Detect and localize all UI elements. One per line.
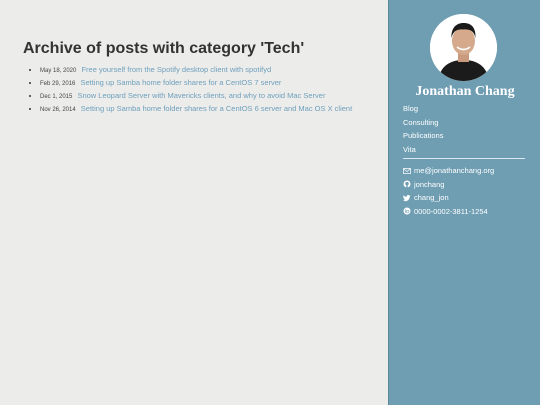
post-date: Feb 29, 2016 [40,81,76,87]
envelope-icon [403,167,411,174]
page-title: Archive of posts with category 'Tech' [23,40,305,57]
post-date: Dec 1, 2015 [40,94,73,100]
contact-twitter-label: chang_jon [414,193,449,202]
contact-email[interactable]: me@jonathanchang.org [403,164,494,178]
post-link[interactable]: Snow Leopard Server with Mavericks clien… [77,91,325,100]
contact-github-label: jonchang [414,179,445,189]
contact-email-label: me@jonathanchang.org [414,166,495,175]
contact-orcid-label: 0000-0002-3811-1254 [414,206,488,216]
contact-twitter[interactable]: chang_jon [403,191,494,205]
twitter-icon [403,194,411,201]
avatar-photo [430,14,497,81]
author-name[interactable]: Jonathan Chang [389,84,540,100]
post-list: May 18, 2020 Free yourself from the Spot… [30,64,352,116]
nav-publications[interactable]: Publications [403,129,443,143]
contact-list: me@jonathanchang.org jonchang chang_jon [403,164,494,218]
sidebar-nav: Blog Consulting Publications Vita [403,102,443,156]
post-link[interactable]: Free yourself from the Spotify desktop c… [81,65,271,74]
list-item: May 18, 2020 Free yourself from the Spot… [40,64,352,77]
list-item: Feb 29, 2016 Setting up Samba home folde… [40,77,352,90]
post-date: Nov 26, 2014 [40,107,76,113]
orcid-icon [403,207,411,215]
main-content: Archive of posts with category 'Tech' Ma… [0,0,388,405]
post-link[interactable]: Setting up Samba home folder shares for … [80,78,281,87]
github-icon [403,180,411,188]
sidebar: Jonathan Chang Blog Consulting Publicati… [388,0,540,405]
list-item: Dec 1, 2015 Snow Leopard Server with Mav… [40,90,352,103]
nav-consulting[interactable]: Consulting [403,116,443,130]
post-link[interactable]: Setting up Samba home folder shares for … [81,104,352,113]
contact-github[interactable]: jonchang [403,178,494,192]
contact-orcid[interactable]: 0000-0002-3811-1254 [403,205,494,219]
avatar[interactable] [430,14,497,81]
sidebar-divider [403,158,525,159]
nav-vita[interactable]: Vita [403,143,443,157]
list-item: Nov 26, 2014 Setting up Samba home folde… [40,103,352,116]
post-date: May 18, 2020 [40,68,77,74]
nav-blog[interactable]: Blog [403,102,443,116]
